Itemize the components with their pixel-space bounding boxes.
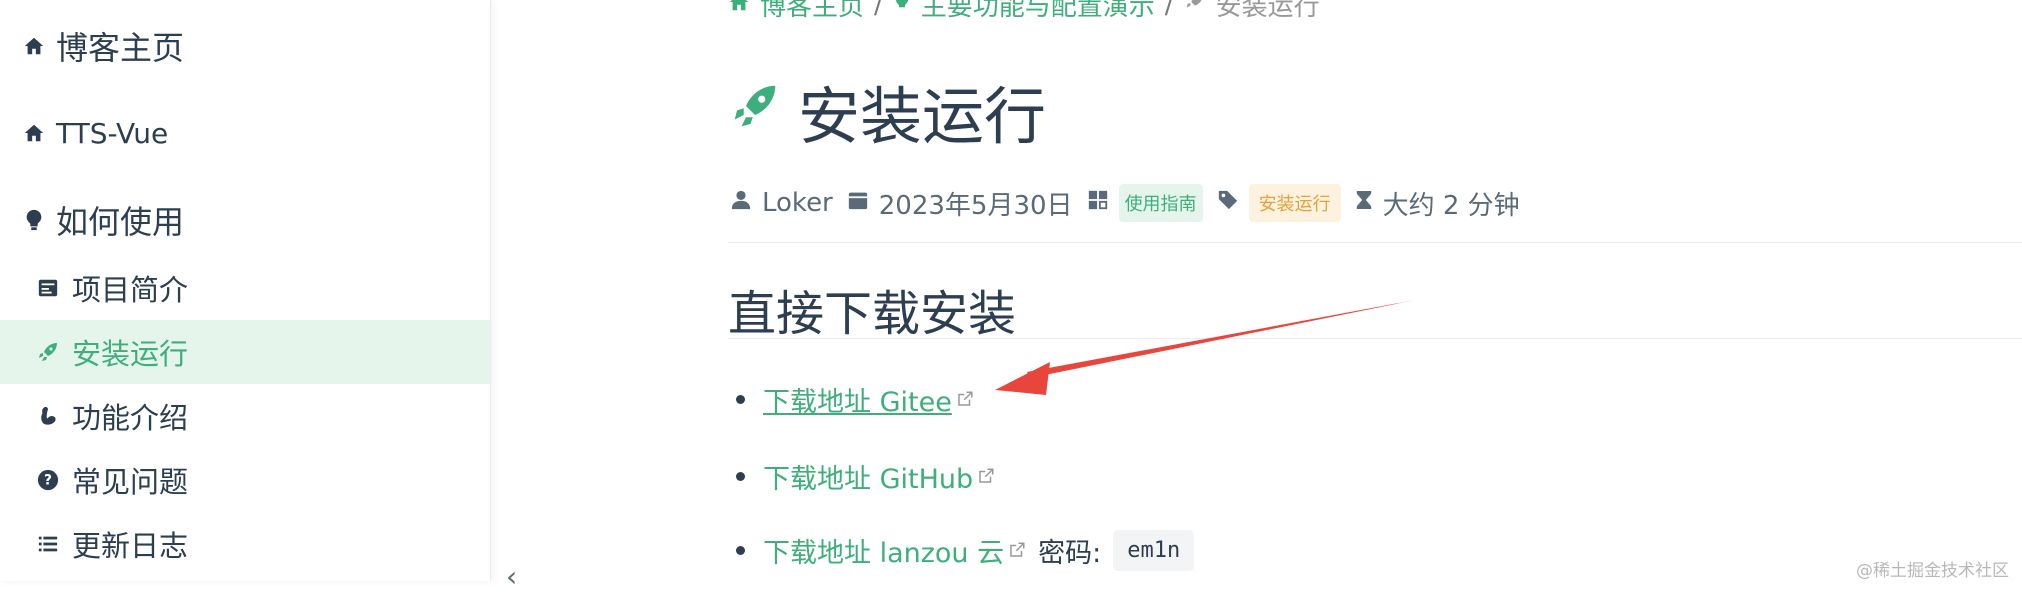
watermark: @稀土掘金技术社区 bbox=[1856, 561, 2009, 581]
annotation-arrow bbox=[995, 300, 1415, 395]
